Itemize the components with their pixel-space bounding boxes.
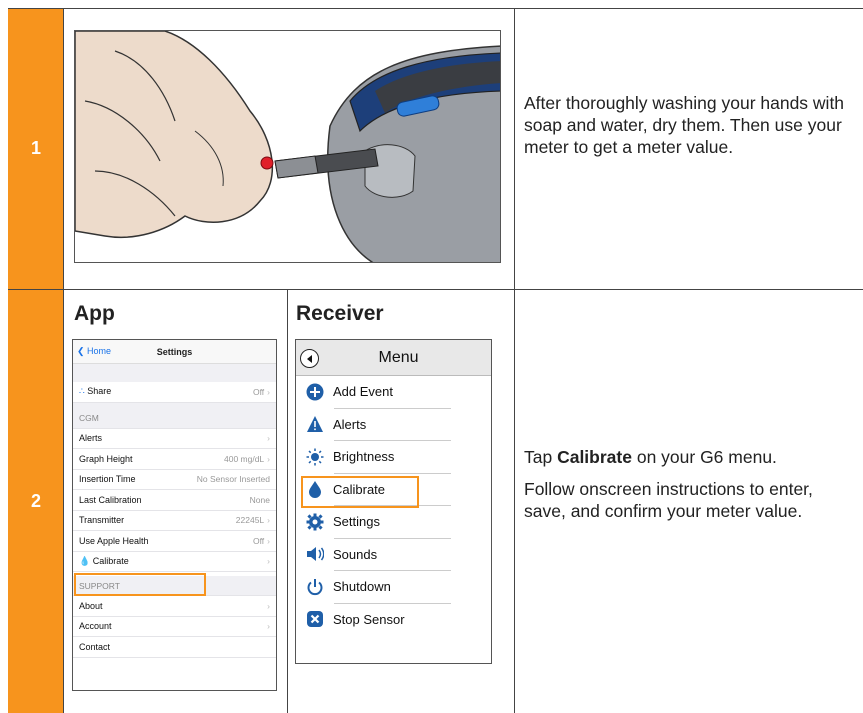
meter-and-finger-graphic — [75, 31, 500, 262]
chevron-right-icon: › — [267, 535, 270, 546]
text-suffix: on your G6 menu. — [631, 447, 777, 467]
settings-row-transmitter[interactable]: Transmitter 22245L › — [73, 511, 276, 531]
grid-line — [514, 8, 515, 713]
menu-item-shutdown[interactable]: Shutdown — [296, 571, 491, 603]
receiver-menu-title: Menu — [378, 348, 419, 366]
chevron-right-icon: › — [267, 433, 270, 444]
back-arrow-icon[interactable] — [300, 349, 319, 368]
grid-line — [287, 289, 288, 713]
menu-item-label: Settings — [333, 514, 380, 530]
grid-line — [8, 8, 863, 9]
settings-row-insertion-time[interactable]: Insertion Time No Sensor Inserted — [73, 470, 276, 490]
settings-row-apple-health[interactable]: Use Apple Health Off › — [73, 531, 276, 552]
fingerstick-illustration — [74, 30, 501, 263]
step-number-2: 2 — [8, 289, 64, 713]
step-1-text: After thoroughly washing your hands with… — [524, 93, 845, 157]
row-value: None — [249, 494, 270, 505]
row-value: Off — [252, 535, 265, 546]
menu-item-label: Sounds — [333, 546, 378, 562]
app-screen-title: Settings — [156, 346, 193, 357]
chevron-right-icon: › — [267, 386, 270, 397]
row-value: No Sensor Inserted — [196, 474, 270, 485]
grid-line — [8, 289, 863, 290]
menu-item-label: Stop Sensor — [333, 611, 405, 627]
step-1-instruction: After thoroughly washing your hands with… — [524, 92, 854, 168]
row-value: 22245L — [235, 515, 265, 526]
section-header-cgm: CGM — [73, 408, 276, 429]
menu-item-alerts[interactable]: Alerts — [296, 409, 491, 441]
chevron-right-icon: › — [267, 621, 270, 632]
instruction-table: 1 2 After thoroughly washing your hands … — [0, 0, 863, 713]
settings-row-graph-height[interactable]: Graph Height 400 mg/dL › — [73, 449, 276, 470]
receiver-header: Menu — [296, 340, 491, 376]
receiver-menu-screen: Menu Add Event Alerts Brightness Calibra… — [295, 339, 492, 664]
plus-circle-icon — [306, 383, 324, 401]
menu-item-add-event[interactable]: Add Event — [296, 376, 491, 408]
warning-icon — [306, 415, 324, 433]
app-nav-bar: ❮ Home Settings — [73, 340, 276, 364]
settings-row-contact[interactable]: Contact — [73, 637, 276, 658]
row-label: Insertion Time — [79, 474, 136, 485]
row-value: 400 mg/dL — [223, 453, 265, 464]
menu-item-label: Shutdown — [333, 579, 391, 595]
step-2-text-2: Follow onscreen instructions to enter, s… — [524, 479, 813, 521]
row-label: Graph Height — [79, 453, 133, 464]
menu-item-label: Brightness — [333, 449, 395, 465]
row-label: Calibrate — [92, 555, 129, 566]
chevron-right-icon: › — [267, 600, 270, 611]
settings-row-last-calibration[interactable]: Last Calibration None — [73, 490, 276, 511]
row-label: Contact — [79, 641, 111, 652]
calibrate-highlight — [74, 573, 206, 596]
row-label: Transmitter — [79, 515, 125, 526]
row-label: About — [79, 600, 103, 611]
row-label: Alerts — [79, 433, 103, 444]
menu-item-sounds[interactable]: Sounds — [296, 539, 491, 571]
menu-item-stop-sensor[interactable]: Stop Sensor — [296, 604, 491, 636]
settings-row-about[interactable]: About › — [73, 596, 276, 617]
settings-row-account[interactable]: Account › — [73, 617, 276, 637]
settings-row-alerts[interactable]: Alerts › — [73, 429, 276, 449]
sun-icon — [306, 448, 324, 466]
app-column-title: App — [74, 302, 115, 325]
menu-item-settings[interactable]: Settings — [296, 506, 491, 538]
menu-item-brightness[interactable]: Brightness — [296, 441, 491, 473]
row-value: Off — [252, 386, 265, 397]
speaker-icon — [306, 545, 324, 563]
grid-line — [63, 8, 64, 713]
settings-row-calibrate[interactable]: 💧 Calibrate › — [73, 552, 276, 572]
gear-icon — [306, 513, 324, 531]
step-2-instruction: Tap Calibrate on your G6 menu. Follow on… — [524, 446, 854, 532]
step-number-1: 1 — [8, 8, 64, 289]
app-settings-screen: ❮ Home Settings ∴ Share Off › CGM Alerts … — [72, 339, 277, 691]
text-prefix: Tap — [524, 447, 558, 467]
chevron-right-icon: › — [267, 453, 270, 464]
share-icon: ∴ — [79, 386, 85, 397]
menu-item-label: Add Event — [333, 384, 393, 400]
row-label: Share — [87, 386, 112, 397]
row-label: Use Apple Health — [79, 535, 149, 546]
stop-sensor-icon — [306, 610, 324, 628]
menu-item-label: Alerts — [333, 416, 367, 432]
row-label: Account — [79, 621, 112, 632]
row-label: Last Calibration — [79, 494, 142, 505]
calibrate-highlight — [301, 476, 419, 508]
power-icon — [306, 578, 324, 596]
settings-row-share[interactable]: ∴ Share Off › — [73, 382, 276, 403]
calibrate-emphasis: Calibrate — [557, 447, 632, 467]
drop-icon: 💧 — [79, 555, 91, 566]
receiver-column-title: Receiver — [296, 302, 384, 325]
step-2-text-1: Tap Calibrate on your G6 menu. — [524, 446, 854, 468]
chevron-right-icon: › — [267, 515, 270, 526]
chevron-right-icon: › — [267, 556, 270, 567]
